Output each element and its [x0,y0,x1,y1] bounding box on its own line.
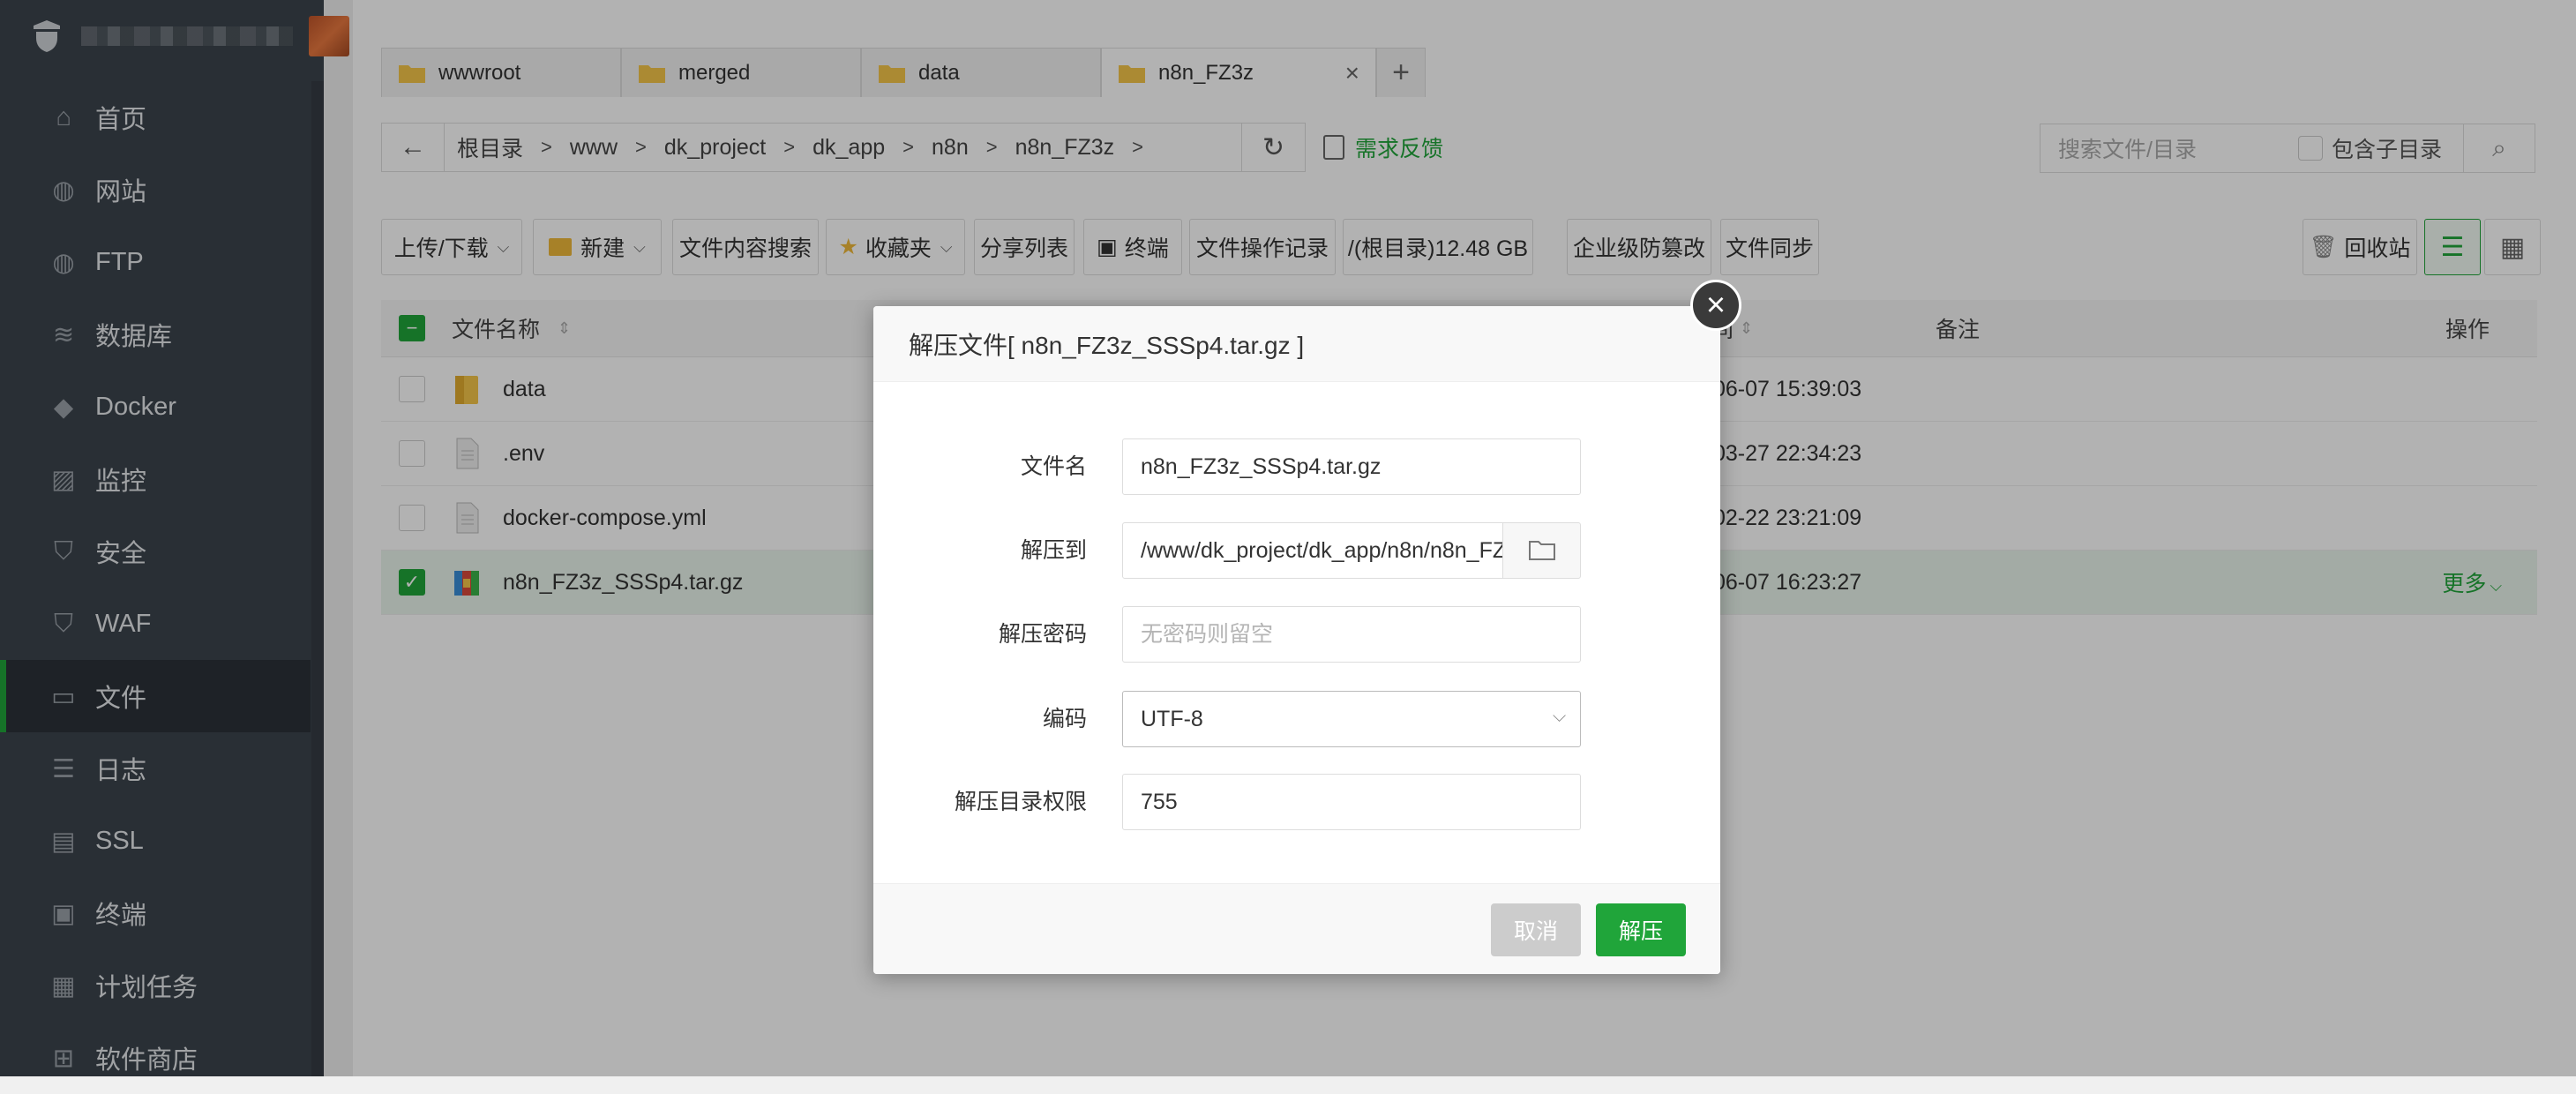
filename-row: 文件名 n8n_FZ3z_SSSp4.tar.gz [873,438,1720,495]
filename-label: 文件名 [1020,454,1087,479]
permission-row: 解压目录权限 755 [873,774,1720,830]
password-input[interactable]: 无密码则留空 [1122,606,1581,663]
cancel-button[interactable]: 取消 [1491,903,1581,956]
destination-label: 解压到 [1020,538,1087,563]
folder-outline-icon [1528,541,1555,560]
browse-folder-button[interactable] [1502,522,1581,579]
encoding-label: 编码 [1042,707,1087,731]
encoding-row: 编码 UTF-8 ⌵ [873,691,1720,747]
permission-label: 解压目录权限 [954,790,1087,814]
extract-dialog: 解压文件[ n8n_FZ3z_SSSp4.tar.gz ] × 文件名 n8n_… [873,280,1741,974]
dialog-footer: 取消 解压 [873,883,1720,974]
close-dialog-button[interactable]: × [1690,280,1741,331]
permission-input[interactable]: 755 [1122,774,1581,830]
password-row: 解压密码 无密码则留空 [873,606,1720,663]
password-label: 解压密码 [998,622,1087,647]
extract-button[interactable]: 解压 [1596,903,1686,956]
chevron-down-icon: ⌵ [1553,707,1567,726]
encoding-select[interactable]: UTF-8 [1122,691,1581,747]
close-icon: × [1705,286,1726,324]
destination-input[interactable]: /www/dk_project/dk_app/n8n/n8n_FZ3z [1122,522,1503,579]
destination-row: 解压到 /www/dk_project/dk_app/n8n/n8n_FZ3z [873,522,1720,579]
dialog-title: 解压文件[ n8n_FZ3z_SSSp4.tar.gz ] [873,306,1720,382]
filename-input[interactable]: n8n_FZ3z_SSSp4.tar.gz [1122,438,1581,495]
